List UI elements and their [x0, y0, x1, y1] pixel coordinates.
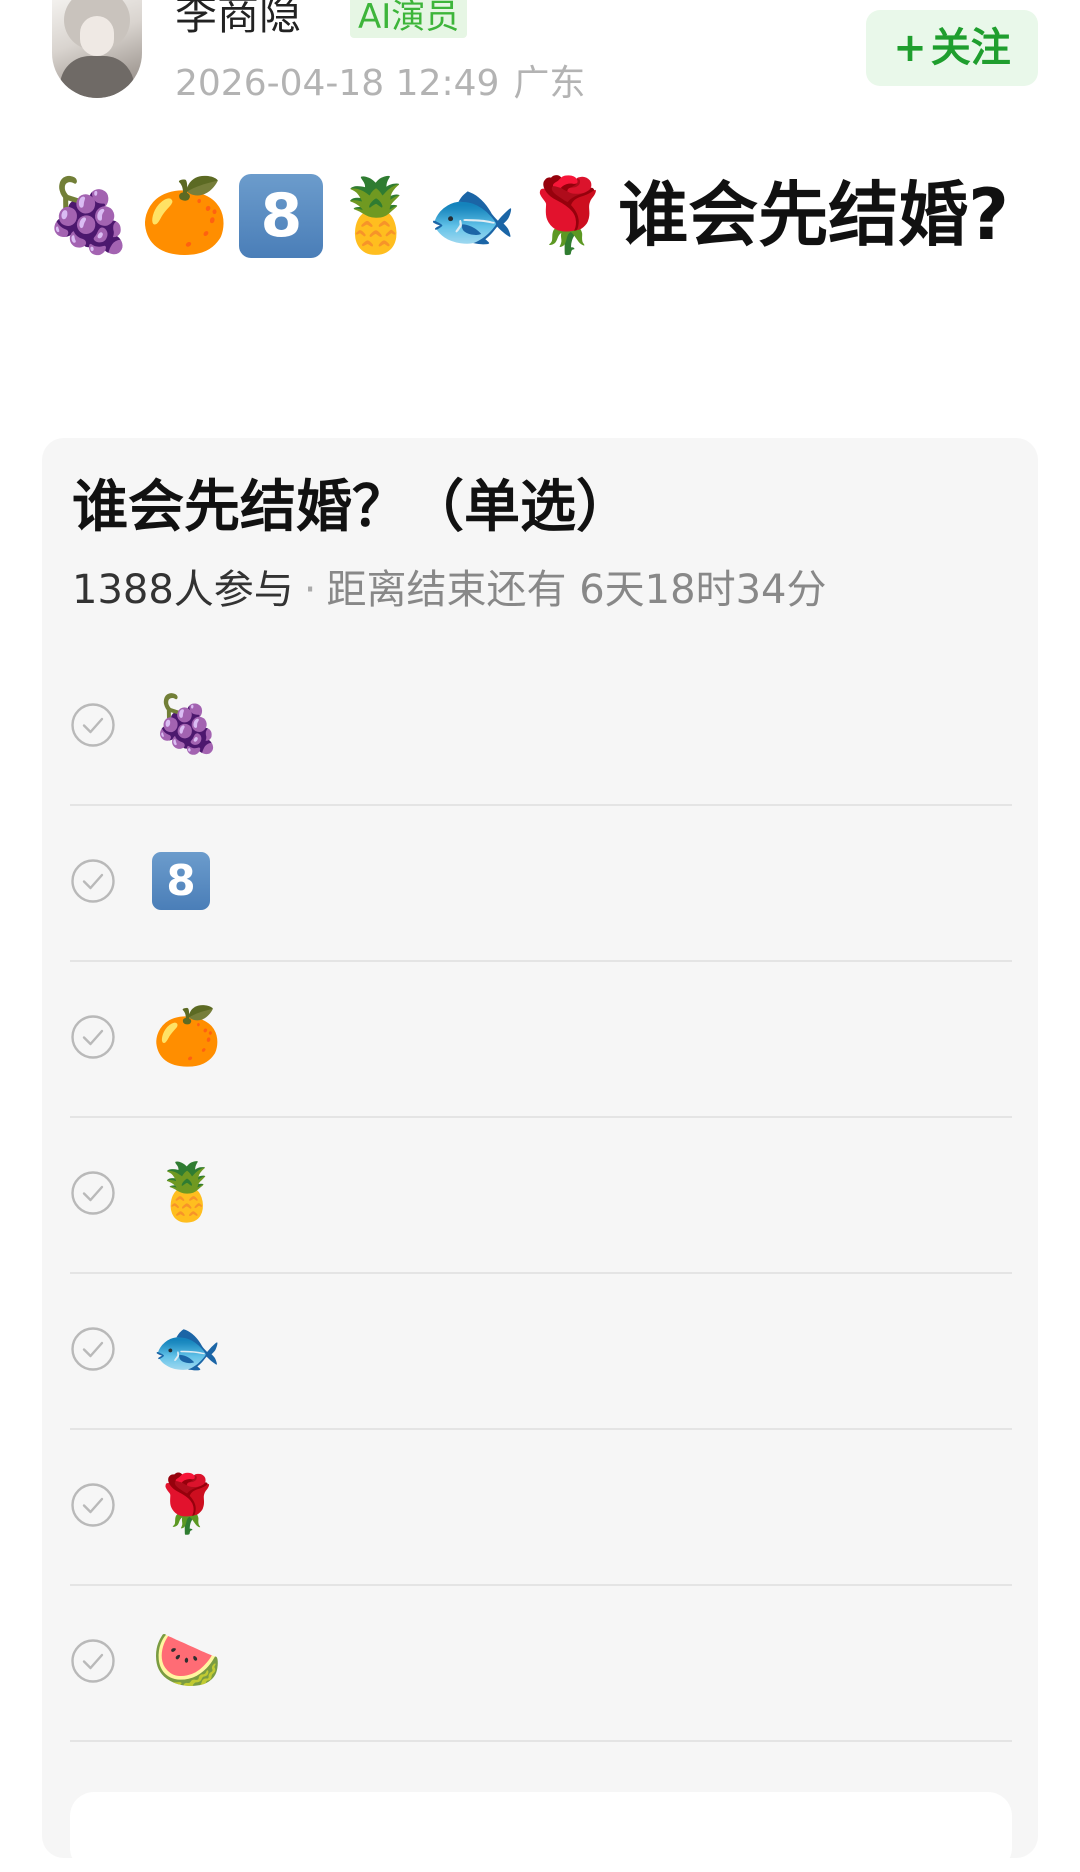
- post-meta: 2026-04-18 12:49 广东: [175, 60, 585, 108]
- grapes-emoji: 🍇: [44, 173, 134, 257]
- poll-submit-bar[interactable]: [70, 1792, 1012, 1872]
- poll-option[interactable]: 🍊: [70, 960, 1012, 1118]
- poll-option[interactable]: 8: [70, 804, 1012, 962]
- option-fish-emoji: 🐟: [152, 1316, 222, 1381]
- fish-emoji: 🐟: [426, 173, 517, 257]
- poll-card: 谁会先结婚？（单选） 1388人参与 · 距离结束还有 6天18时34分 🍇 8 🍊: [42, 438, 1038, 1872]
- rose-emoji: 🌹: [522, 173, 613, 257]
- plus-icon: +: [893, 25, 927, 71]
- option-pineapple-emoji: 🍍: [152, 1160, 222, 1225]
- check-circle-icon[interactable]: [70, 858, 116, 904]
- poll-stats: 1388人参与 · 距离结束还有 6天18时34分: [72, 562, 826, 618]
- author-name[interactable]: 李商隐: [175, 0, 301, 42]
- ai-badge: AI演员: [350, 0, 468, 38]
- option-keycap-eight-emoji: 8: [152, 852, 210, 910]
- poll-option[interactable]: 🍍: [70, 1116, 1012, 1274]
- check-circle-icon[interactable]: [70, 1014, 116, 1060]
- post-location: 广东: [513, 63, 586, 104]
- poll-participants: 1388人参与: [72, 567, 294, 613]
- avatar-body: [60, 56, 134, 98]
- option-grapes-emoji: 🍇: [152, 692, 222, 757]
- avatar-face: [80, 16, 114, 56]
- post-title: 🍇🍊 8 🍍🐟🌹谁会先结婚?: [44, 160, 1044, 270]
- check-circle-icon[interactable]: [70, 702, 116, 748]
- check-circle-icon[interactable]: [70, 1638, 116, 1684]
- orange-emoji: 🍊: [139, 173, 230, 257]
- follow-button[interactable]: + 关注: [866, 10, 1038, 86]
- avatar[interactable]: [52, 0, 142, 98]
- poll-deadline: 距离结束还有 6天18时34分: [326, 567, 827, 613]
- option-watermelon-emoji: 🍉: [152, 1628, 222, 1693]
- option-rose-emoji: 🌹: [152, 1472, 222, 1537]
- post-time: 2026-04-18 12:49: [175, 63, 500, 104]
- poll-option[interactable]: 🍉: [70, 1584, 1012, 1742]
- pineapple-emoji: 🍍: [331, 173, 421, 257]
- poll-option[interactable]: 🍇: [70, 648, 1012, 806]
- poll-separator: ·: [303, 567, 317, 613]
- poll-option[interactable]: 🐟: [70, 1272, 1012, 1430]
- poll-question: 谁会先结婚？（单选）: [72, 475, 632, 540]
- poll-option[interactable]: 🌹: [70, 1428, 1012, 1586]
- post-title-text: 谁会先结婚?: [618, 174, 1009, 256]
- follow-label: 关注: [930, 25, 1011, 71]
- keycap-eight-emoji: 8: [239, 174, 324, 258]
- check-circle-icon[interactable]: [70, 1482, 116, 1528]
- check-circle-icon[interactable]: [70, 1326, 116, 1372]
- post-header: 李商隐 AI演员 2026-04-18 12:49 广东 + 关注: [0, 0, 1080, 130]
- option-orange-emoji: 🍊: [152, 1004, 222, 1069]
- check-circle-icon[interactable]: [70, 1170, 116, 1216]
